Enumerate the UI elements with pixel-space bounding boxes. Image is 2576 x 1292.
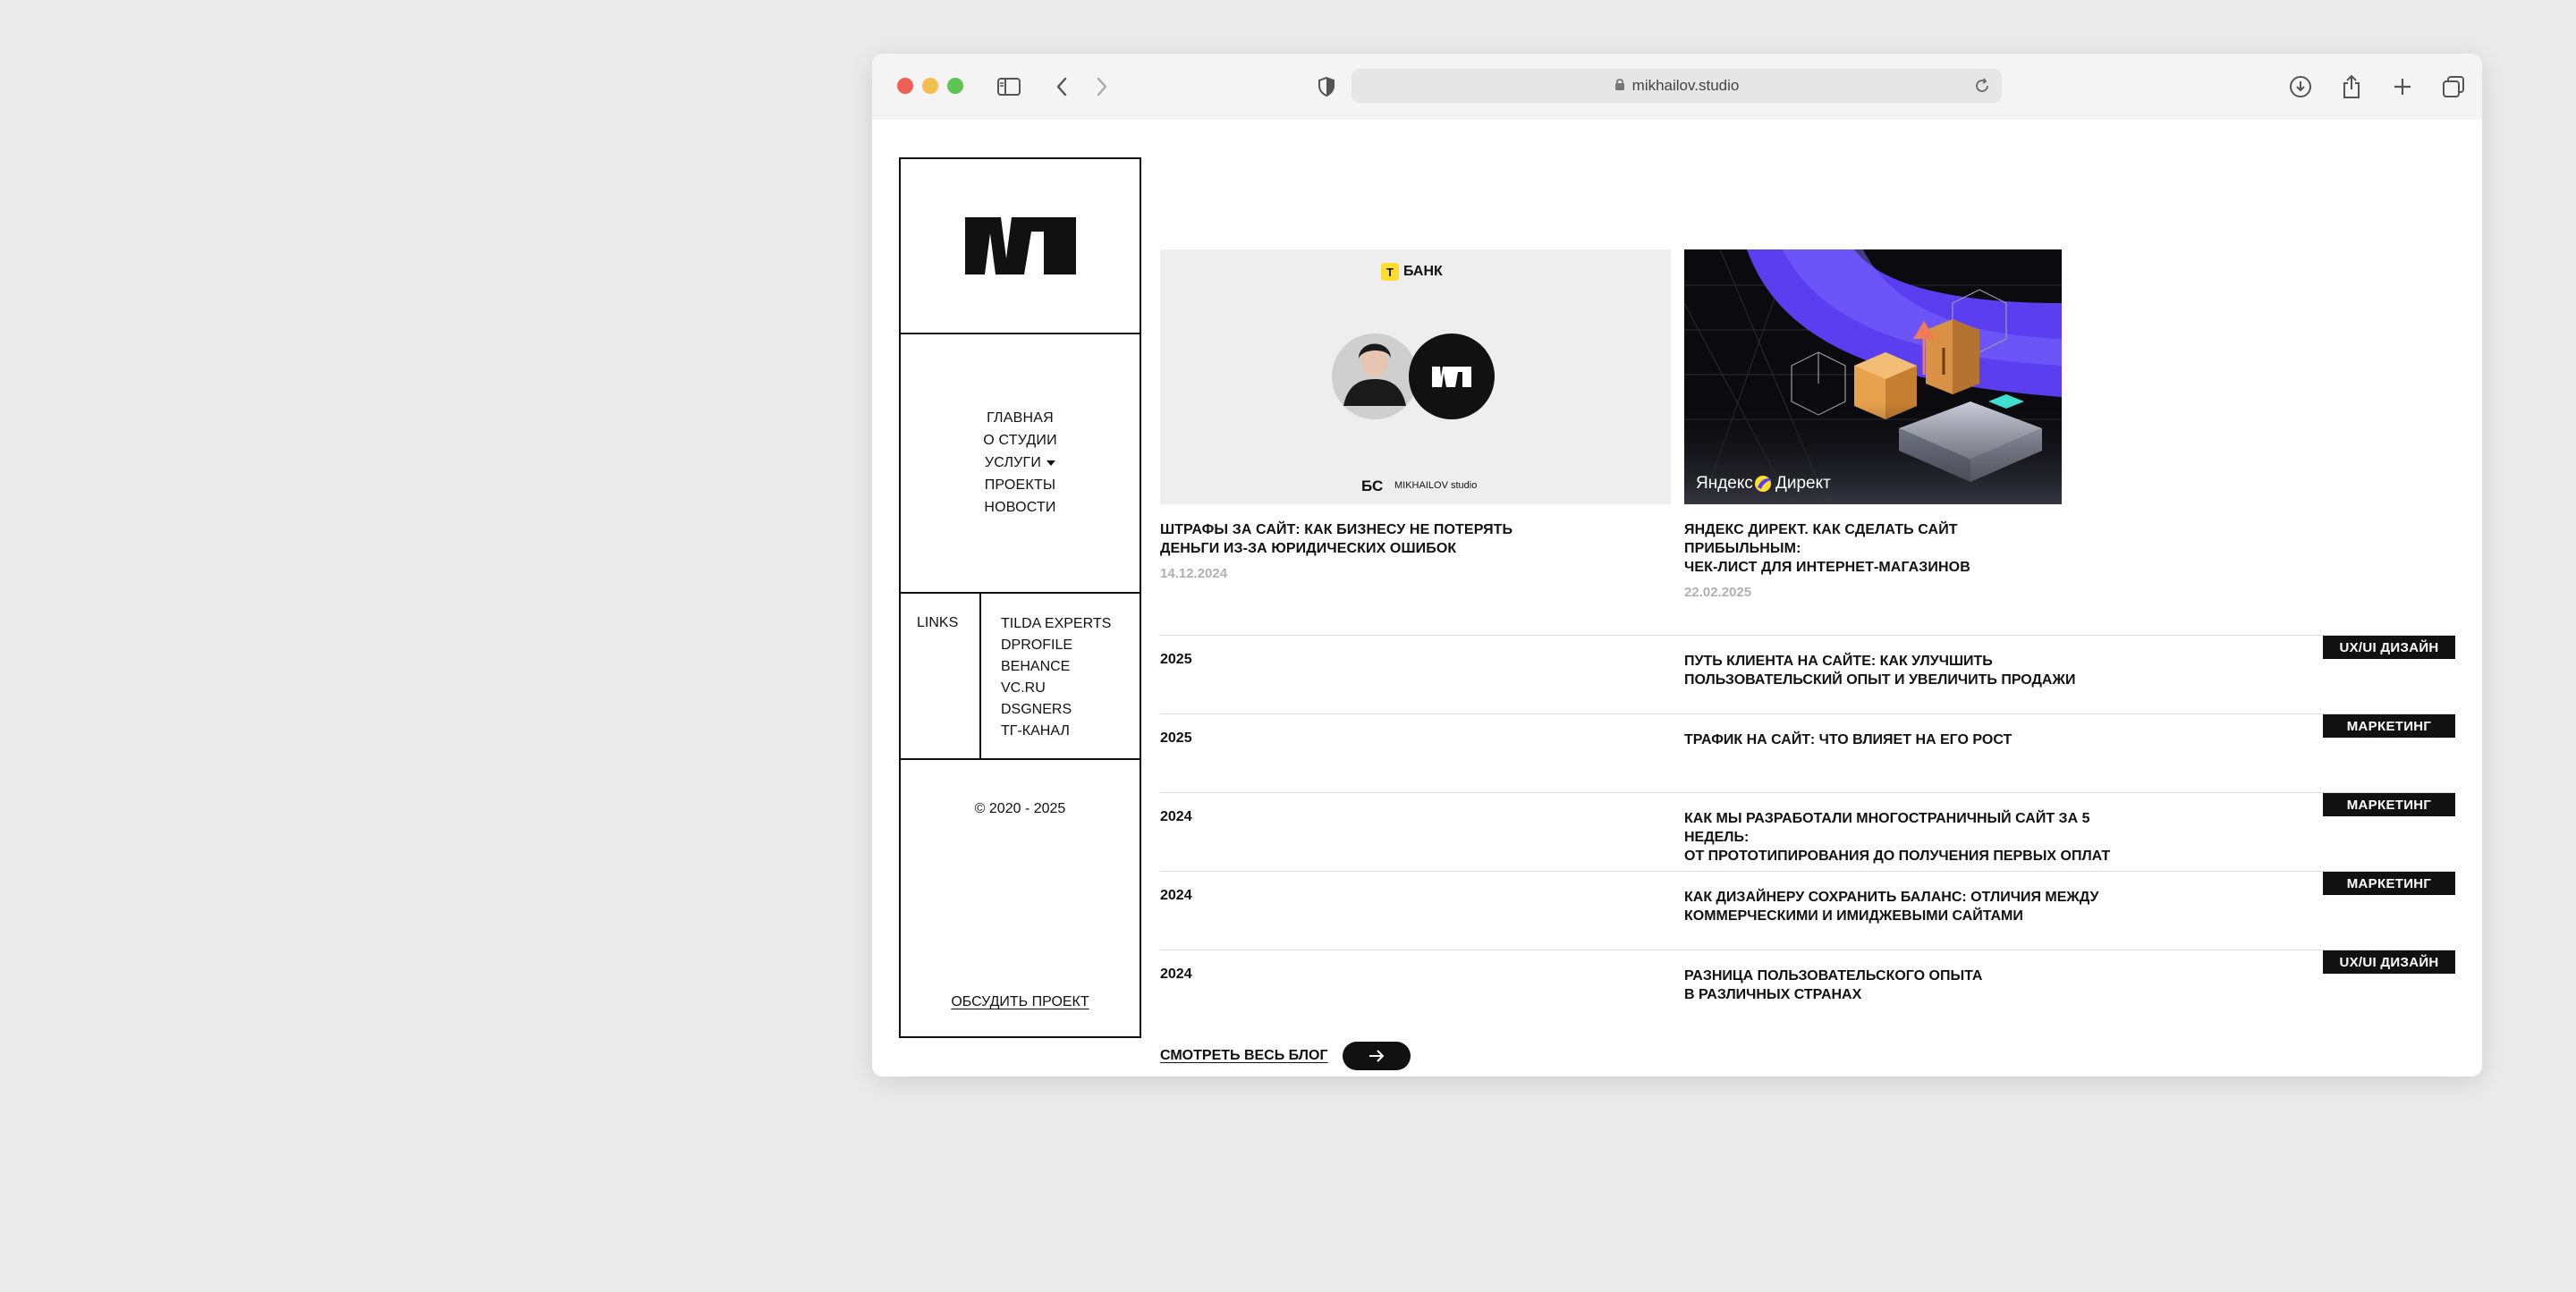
link-behance[interactable]: BEHANCE xyxy=(1001,658,1111,676)
card-thumbnail[interactable]: Т БАНК БС MIKHAILOV studio xyxy=(1160,249,1671,504)
card-date: 14.12.2024 xyxy=(1160,566,1228,581)
post-title-line: КАК ДИЗАЙНЕРУ СОХРАНИТЬ БАЛАНС: ОТЛИЧИЯ … xyxy=(1684,890,2099,905)
share-icon[interactable] xyxy=(2336,72,2367,102)
tbank-logo-text: БАНК xyxy=(1403,264,1443,279)
reload-icon[interactable] xyxy=(1973,77,1991,99)
card-title[interactable]: ШТРАФЫ ЗА САЙТ: КАК БИЗНЕСУ НЕ ПОТЕРЯТЬ … xyxy=(1160,520,1671,558)
download-icon[interactable] xyxy=(2285,72,2316,102)
yandex-direct-cover-image xyxy=(1684,249,2062,504)
post-title[interactable]: КАК МЫ РАЗРАБОТАЛИ МНОГОСТРАНИЧНЫЙ САЙТ … xyxy=(1684,809,2149,866)
browser-window: mikhailov.studio ГЛАВНАЯ О СТУДИИ УСЛУГИ… xyxy=(872,54,2482,1077)
nav-news[interactable]: НОВОСТИ xyxy=(984,499,1055,517)
post-title-line: КОММЕРЧЕСКИМИ И ИМИДЖЕВЫМИ САЙТАМИ xyxy=(1684,908,2023,924)
discuss-project-link[interactable]: ОБСУДИТЬ ПРОЕКТ xyxy=(951,994,1089,1009)
post-row[interactable]: 2024 КАК МЫ РАЗРАБОТАЛИ МНОГОСТРАНИЧНЫЙ … xyxy=(1160,792,2455,871)
nav-home[interactable]: ГЛАВНАЯ xyxy=(987,410,1054,427)
shield-icon[interactable] xyxy=(1311,72,1342,102)
nav-services-label: УСЛУГИ xyxy=(984,455,1042,470)
post-row[interactable]: 2024 РАЗНИЦА ПОЛЬЗОВАТЕЛЬСКОГО ОПЫТА В Р… xyxy=(1160,950,2455,1028)
view-all-blog: СМОТРЕТЬ ВЕСЬ БЛОГ xyxy=(1160,1042,1411,1070)
direct-logo-text: Директ xyxy=(1775,474,1831,493)
post-year: 2024 xyxy=(1160,888,1192,903)
caret-down-icon xyxy=(1046,460,1056,466)
post-row[interactable]: 2025 ПУТЬ КЛИЕНТА НА САЙТЕ: КАК УЛУЧШИТЬ… xyxy=(1160,635,2455,714)
post-title-line: ПУТЬ КЛИЕНТА НА САЙТЕ: КАК УЛУЧШИТЬ xyxy=(1684,654,1993,669)
post-tag[interactable]: МАРКЕТИНГ xyxy=(2323,793,2455,816)
link-tg-channel[interactable]: ТГ-КАНАЛ xyxy=(1001,722,1111,740)
tbank-cover-image xyxy=(1160,249,1671,504)
address-bar[interactable]: mikhailov.studio xyxy=(1352,69,2002,103)
post-year: 2025 xyxy=(1160,652,1192,667)
tbank-badge: Т xyxy=(1386,265,1394,279)
main-nav: ГЛАВНАЯ О СТУДИИ УСЛУГИ ПРОЕКТЫ НОВОСТИ xyxy=(901,334,1140,594)
card-title-line: ЧЕК-ЛИСТ ДЛЯ ИНТЕРНЕТ-МАГАЗИНОВ xyxy=(1684,560,1970,575)
links-list: TILDA EXPERTS DPROFILE BEHANCE VC.RU DSG… xyxy=(1001,615,1111,740)
view-all-arrow-button[interactable] xyxy=(1342,1042,1411,1070)
post-tag[interactable]: UX/UI ДИЗАЙН xyxy=(2323,636,2455,659)
browser-toolbar: mikhailov.studio xyxy=(872,54,2482,120)
post-year: 2025 xyxy=(1160,730,1192,746)
post-title[interactable]: КАК ДИЗАЙНЕРУ СОХРАНИТЬ БАЛАНС: ОТЛИЧИЯ … xyxy=(1684,888,2098,925)
lock-icon xyxy=(1614,77,1625,96)
post-title-line: ОТ ПРОТОТИПИРОВАНИЯ ДО ПОЛУЧЕНИЯ ПЕРВЫХ … xyxy=(1684,849,2111,864)
zoom-window-button[interactable] xyxy=(947,78,963,94)
featured-card[interactable]: Яндекс Директ ЯНДЕКС ДИРЕКТ. КАК СДЕЛАТЬ… xyxy=(1684,249,2062,600)
card-date: 22.02.2025 xyxy=(1684,585,1752,600)
plus-icon[interactable] xyxy=(2387,72,2418,102)
post-year: 2024 xyxy=(1160,967,1192,982)
studio-caption: MIKHAILOV studio xyxy=(1394,480,1478,491)
post-tag[interactable]: МАРКЕТИНГ xyxy=(2323,872,2455,895)
sidebar: ГЛАВНАЯ О СТУДИИ УСЛУГИ ПРОЕКТЫ НОВОСТИ … xyxy=(899,157,1141,1038)
copyright: © 2020 - 2025 xyxy=(974,801,1066,816)
post-title-line: РАЗНИЦА ПОЛЬЗОВАТЕЛЬСКОГО ОПЫТА xyxy=(1684,968,1983,984)
post-tag[interactable]: UX/UI ДИЗАЙН xyxy=(2323,950,2455,974)
post-title[interactable]: ТРАФИК НА САЙТ: ЧТО ВЛИЯЕТ НА ЕГО РОСТ xyxy=(1684,730,2012,749)
bs-mark: БС xyxy=(1361,477,1384,494)
link-dsgners[interactable]: DSGNERS xyxy=(1001,701,1111,719)
card-title-line: ЯНДЕКС ДИРЕКТ. КАК СДЕЛАТЬ САЙТ ПРИБЫЛЬН… xyxy=(1684,522,1958,556)
post-year: 2024 xyxy=(1160,809,1192,824)
post-title-line: В РАЗЛИЧНЫХ СТРАНАХ xyxy=(1684,987,1862,1002)
tabs-icon[interactable] xyxy=(2438,72,2469,102)
link-tilda-experts[interactable]: TILDA EXPERTS xyxy=(1001,615,1111,633)
link-dprofile[interactable]: DPROFILE xyxy=(1001,637,1111,654)
minimize-window-button[interactable] xyxy=(922,78,938,94)
post-row[interactable]: 2025 ТРАФИК НА САЙТ: ЧТО ВЛИЯЕТ НА ЕГО Р… xyxy=(1160,714,2455,792)
links-block: LINKS TILDA EXPERTS DPROFILE BEHANCE VC.… xyxy=(901,594,1140,760)
url-text: mikhailov.studio xyxy=(1631,77,1740,94)
sidebar-icon[interactable] xyxy=(994,72,1024,102)
card-thumbnail[interactable]: Яндекс Директ xyxy=(1684,249,2062,504)
post-row[interactable]: 2024 КАК ДИЗАЙНЕРУ СОХРАНИТЬ БАЛАНС: ОТЛ… xyxy=(1160,871,2455,950)
arrow-right-icon xyxy=(1368,1050,1384,1062)
post-title[interactable]: ПУТЬ КЛИЕНТА НА САЙТЕ: КАК УЛУЧШИТЬ ПОЛЬ… xyxy=(1684,652,2075,689)
post-title-line: ТРАФИК НА САЙТ: ЧТО ВЛИЯЕТ НА ЕГО РОСТ xyxy=(1684,732,2012,747)
chevron-left-icon[interactable] xyxy=(1046,72,1077,102)
post-title-line: ПОЛЬЗОВАТЕЛЬСКИЙ ОПЫТ И УВЕЛИЧИТЬ ПРОДАЖ… xyxy=(1684,672,2076,688)
card-title-line: ШТРАФЫ ЗА САЙТ: КАК БИЗНЕСУ НЕ ПОТЕРЯТЬ xyxy=(1160,522,1513,537)
studio-logo[interactable] xyxy=(964,217,1076,274)
page-content: ГЛАВНАЯ О СТУДИИ УСЛУГИ ПРОЕКТЫ НОВОСТИ … xyxy=(872,120,2482,1077)
logo-block[interactable] xyxy=(901,159,1140,334)
close-window-button[interactable] xyxy=(897,78,913,94)
post-list: 2025 ПУТЬ КЛИЕНТА НА САЙТЕ: КАК УЛУЧШИТЬ… xyxy=(1160,635,2455,1028)
card-title-line: ДЕНЬГИ ИЗ-ЗА ЮРИДИЧЕСКИХ ОШИБОК xyxy=(1160,541,1457,556)
chevron-right-icon[interactable] xyxy=(1087,72,1117,102)
view-all-blog-link[interactable]: СМОТРЕТЬ ВЕСЬ БЛОГ xyxy=(1160,1048,1328,1064)
links-label: LINKS xyxy=(901,594,981,758)
featured-card[interactable]: Т БАНК БС MIKHAILOV studio ШТРАФЫ ЗА САЙ… xyxy=(1160,249,1671,581)
post-title[interactable]: РАЗНИЦА ПОЛЬЗОВАТЕЛЬСКОГО ОПЫТА В РАЗЛИЧ… xyxy=(1684,967,1982,1004)
card-title[interactable]: ЯНДЕКС ДИРЕКТ. КАК СДЕЛАТЬ САЙТ ПРИБЫЛЬН… xyxy=(1684,520,2062,577)
link-vc-ru[interactable]: VC.RU xyxy=(1001,680,1111,697)
nav-services[interactable]: УСЛУГИ xyxy=(984,454,1056,472)
nav-about[interactable]: О СТУДИИ xyxy=(983,432,1057,450)
yandex-logo-text: Яндекс xyxy=(1696,474,1753,493)
post-tag[interactable]: МАРКЕТИНГ xyxy=(2323,714,2455,738)
post-title-line: КАК МЫ РАЗРАБОТАЛИ МНОГОСТРАНИЧНЫЙ САЙТ … xyxy=(1684,811,2090,845)
nav-projects[interactable]: ПРОЕКТЫ xyxy=(985,477,1056,494)
sidebar-footer: © 2020 - 2025 ОБСУДИТЬ ПРОЕКТ xyxy=(901,760,1140,1036)
